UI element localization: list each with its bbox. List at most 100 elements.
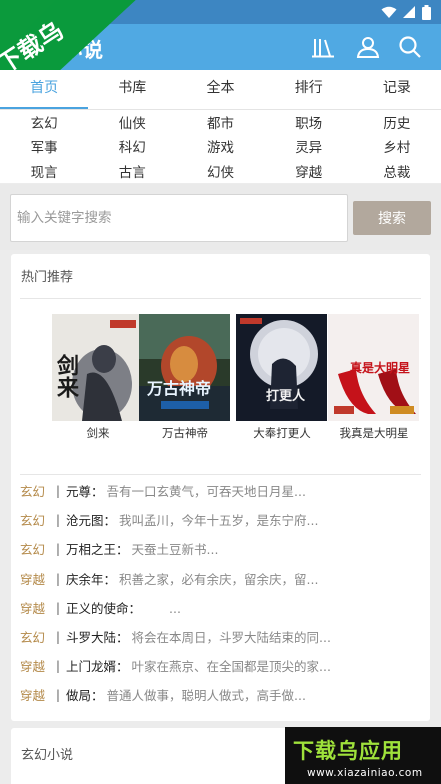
recommend-list: 玄幻 | 元尊： 吾有一口玄黄气，可吞天地日月星... 玄幻 | 沧元图： 我叫孟川，今年十…	[20, 476, 420, 710]
book-cover[interactable]: 打更人	[236, 314, 327, 421]
book-desc: 普通人做事，聪明人做式，高手做...	[106, 688, 306, 704]
book-card[interactable]: 万古神帝 万古神帝	[139, 314, 231, 441]
list-item[interactable]: 穿越 | 庆余年： 积善之家，必有余庆，留余庆，留...	[20, 564, 420, 593]
category-link[interactable]: 古言	[88, 161, 176, 181]
genre-label[interactable]: 玄幻	[20, 481, 50, 500]
main-tabs: 首页 书库 全本 排行 记录	[0, 70, 441, 110]
book-cover[interactable]: 真是大明星	[328, 314, 419, 421]
book-card[interactable]: 剑来 剑来	[52, 314, 144, 441]
category-link[interactable]: 历史	[353, 112, 441, 132]
category-grid: 玄幻 仙侠 都市 职场 历史 军事 科幻 游戏 灵异 乡村 现言 古言 幻侠 穿…	[0, 110, 441, 183]
book-name[interactable]: 庆余年：	[66, 569, 116, 588]
book-desc: 我叫孟川，今年十五岁，是东宁府...	[119, 513, 319, 529]
search-bar: 搜索	[0, 184, 441, 250]
divider	[20, 298, 421, 299]
book-title[interactable]: 我真是大明星	[328, 425, 420, 441]
book-title[interactable]: 剑来	[52, 425, 144, 441]
tab-history[interactable]: 记录	[353, 70, 441, 109]
book-cover[interactable]: 万古神帝	[139, 314, 230, 421]
book-title[interactable]: 大奉打更人	[236, 425, 328, 441]
search-button[interactable]: 搜索	[353, 201, 431, 235]
book-name[interactable]: 沧元图：	[66, 510, 116, 529]
bookshelf-icon[interactable]	[309, 33, 337, 61]
watermark-title: 下载乌应用	[293, 739, 403, 763]
book-name[interactable]: 万相之王：	[66, 539, 129, 558]
list-item[interactable]: 穿越 | 正义的使命： ...	[20, 593, 420, 622]
list-item[interactable]: 玄幻 | 斗罗大陆： 将会在本周日，斗罗大陆结束的同...	[20, 622, 420, 651]
book-name[interactable]: 上门龙婿：	[66, 656, 129, 675]
genre-label[interactable]: 玄幻	[20, 510, 50, 529]
book-name[interactable]: 正义的使命：	[66, 598, 141, 617]
signal-icon	[403, 5, 415, 18]
search-input[interactable]	[10, 194, 348, 242]
separator: |	[55, 629, 61, 645]
category-link[interactable]: 军事	[0, 136, 88, 156]
book-card[interactable]: 真是大明星 我真是大明星	[328, 314, 420, 441]
book-cover[interactable]: 剑来	[52, 314, 143, 421]
book-desc: 将会在本周日，斗罗大陆结束的同...	[131, 630, 331, 646]
category-link[interactable]: 穿越	[265, 161, 353, 181]
tab-library[interactable]: 书库	[88, 70, 176, 109]
app-bar: 小说	[0, 24, 441, 70]
separator: |	[55, 512, 61, 528]
book-name[interactable]: 做局：	[66, 685, 104, 704]
genre-label[interactable]: 玄幻	[20, 627, 50, 646]
section-title: 热门推荐	[21, 270, 74, 285]
genre-label[interactable]: 穿越	[20, 685, 50, 704]
book-desc: 叶家在燕京、在全国都是顶尖的家...	[131, 659, 331, 675]
category-link[interactable]: 职场	[265, 112, 353, 132]
category-link[interactable]: 总裁	[353, 161, 441, 181]
book-name[interactable]: 斗罗大陆：	[66, 627, 129, 646]
cover-text: 剑来	[53, 353, 80, 398]
list-item[interactable]: 穿越 | 上门龙婿： 叶家在燕京、在全国都是顶尖的家...	[20, 651, 420, 680]
search-icon[interactable]	[396, 33, 424, 61]
category-link[interactable]: 游戏	[176, 136, 264, 156]
wifi-icon	[381, 6, 397, 18]
separator: |	[55, 599, 61, 615]
list-item[interactable]: 玄幻 | 沧元图： 我叫孟川，今年十五岁，是东宁府...	[20, 505, 420, 534]
separator: |	[55, 483, 61, 499]
category-link[interactable]: 都市	[176, 112, 264, 132]
watermark-url: www.xiazainiao.com	[307, 767, 423, 779]
tab-complete[interactable]: 全本	[176, 70, 264, 109]
separator: |	[55, 570, 61, 586]
book-covers: 剑来 剑来 万古神帝 万古神帝 打更人 大奉打更人 真是大明星 我真是大明星	[24, 314, 420, 441]
book-desc: 天蚕土豆新书...	[131, 542, 219, 558]
book-card[interactable]: 打更人 大奉打更人	[236, 314, 328, 441]
status-icons	[381, 3, 431, 21]
genre-label[interactable]: 玄幻	[20, 539, 50, 558]
user-icon[interactable]	[354, 33, 382, 61]
list-item[interactable]: 玄幻 | 万相之王： 天蚕土豆新书...	[20, 534, 420, 563]
category-link[interactable]: 灵异	[265, 136, 353, 156]
genre-label[interactable]: 穿越	[20, 598, 50, 617]
book-desc: 积善之家，必有余庆，留余庆，留...	[119, 571, 319, 587]
separator: |	[55, 658, 61, 674]
status-bar	[0, 0, 441, 24]
book-title[interactable]: 万古神帝	[139, 425, 231, 441]
divider	[20, 474, 421, 475]
book-desc: ...	[144, 600, 181, 616]
cover-text: 万古神帝	[146, 379, 211, 398]
cover-text: 打更人	[266, 388, 306, 404]
category-link[interactable]: 科幻	[88, 136, 176, 156]
cover-text: 真是大明星	[350, 360, 410, 375]
list-item[interactable]: 穿越 | 做局： 普通人做事，聪明人做式，高手做...	[20, 680, 420, 709]
separator: |	[55, 541, 61, 557]
app-title: 小说	[62, 38, 104, 62]
list-item[interactable]: 玄幻 | 元尊： 吾有一口玄黄气，可吞天地日月星...	[20, 476, 420, 505]
genre-label[interactable]: 穿越	[20, 656, 50, 675]
category-link[interactable]: 现言	[0, 161, 88, 181]
category-link[interactable]: 幻侠	[176, 161, 264, 181]
book-desc: 吾有一口玄黄气，可吞天地日月星...	[106, 484, 306, 500]
watermark-logo: 下载乌应用 www.xiazainiao.com	[285, 727, 441, 784]
book-name[interactable]: 元尊：	[66, 481, 104, 500]
tab-ranking[interactable]: 排行	[265, 70, 353, 109]
genre-label[interactable]: 穿越	[20, 569, 50, 588]
hot-recommend-card: 热门推荐 剑来 剑来 万古神帝 万古神帝 打更人 大奉打更人 真是大明星 我真是…	[11, 254, 430, 721]
tab-home[interactable]: 首页	[0, 70, 89, 109]
category-link[interactable]: 乡村	[353, 136, 441, 156]
category-link[interactable]: 仙侠	[88, 112, 176, 132]
category-link[interactable]: 玄幻	[0, 112, 88, 132]
section-title: 玄幻小说	[21, 748, 74, 763]
separator: |	[55, 687, 61, 703]
